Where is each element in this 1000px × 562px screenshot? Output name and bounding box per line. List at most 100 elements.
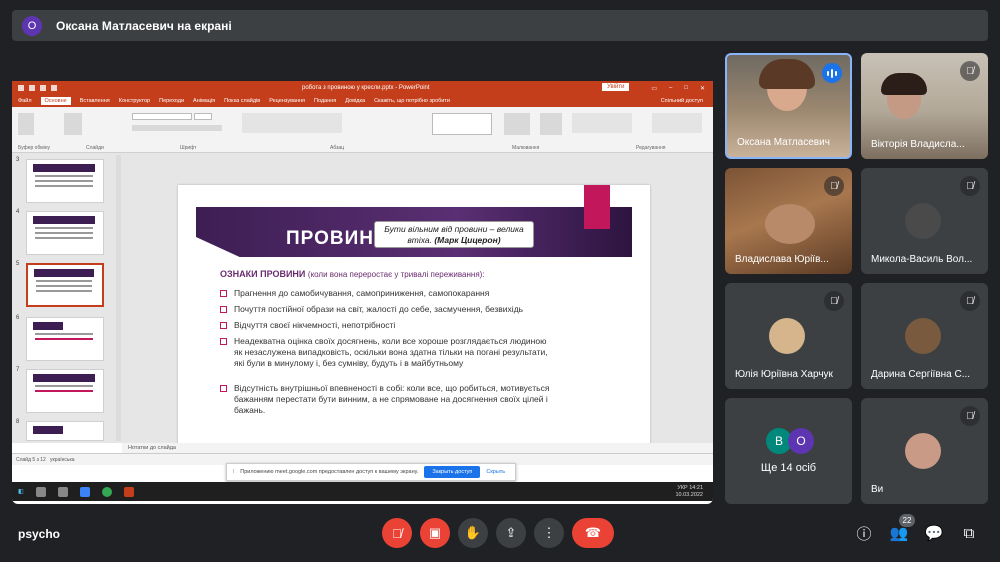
slide-thumbnail[interactable] [26, 317, 104, 361]
participant-tile[interactable]: 🎙̸ Юлія Юріївна Харчук [725, 283, 852, 389]
slide-bullet: Відсутність внутрішньої впевненості в со… [220, 383, 550, 416]
close-icon[interactable]: ✕ [700, 85, 705, 92]
info-icon[interactable]: ⓘ [855, 524, 873, 543]
ppt-title: робота з провиною у кресли.pptx - PowerP… [302, 85, 430, 91]
participant-name: Владислава Юріїв... [735, 254, 829, 265]
editing-buttons[interactable] [652, 113, 702, 133]
share-button[interactable]: Спільний доступ [661, 98, 703, 104]
chat-icon[interactable]: 💬 [925, 524, 944, 542]
slide-number: 5 [16, 261, 20, 267]
tab-file[interactable]: Файл [18, 98, 32, 104]
slide-bullet: Відчуття своєї нікчемності, непотрібност… [220, 320, 550, 331]
ppt-workspace: 3 4 5 6 7 8 ПРОВИНА Бути вільним від про… [12, 153, 713, 451]
taskview-icon[interactable] [57, 486, 68, 497]
paste-button[interactable] [18, 113, 34, 135]
raise-hand-button[interactable]: ✋ [458, 518, 488, 548]
slide-thumbnail[interactable] [26, 421, 104, 441]
tab-design[interactable]: Конструктор [119, 98, 150, 104]
tab-home[interactable]: Основне [40, 97, 71, 105]
participant-name: Оксана Матласевич [737, 137, 830, 148]
slide-thumbnail-selected[interactable] [26, 263, 104, 307]
call-controls-bar: psycho 🎙̸ ▣ ✋ ⇪ ⋮ ☎ ⓘ 👥 22 💬 ⧉ [0, 512, 1000, 562]
mic-off-button[interactable]: 🎙̸ [382, 518, 412, 548]
more-options-button[interactable]: ⋮ [534, 518, 564, 548]
more-participants-label: Ще 14 осіб [760, 462, 817, 474]
notes-pane[interactable]: Нотатки до слайда [122, 443, 713, 453]
tell-me-search[interactable]: Скажіть, що потрібно зробити [374, 98, 450, 104]
more-participants-tile[interactable]: В О Ще 14 осіб [725, 398, 852, 504]
slide-thumbnail[interactable] [26, 211, 104, 255]
participant-tile[interactable]: 🎙̸ Микола-Василь Вол... [861, 168, 988, 274]
arrange-button[interactable] [504, 113, 530, 135]
tab-animation[interactable]: Анімація [193, 98, 215, 104]
font-size-box[interactable] [194, 113, 212, 120]
slide-thumbnail[interactable] [26, 369, 104, 413]
slide-thumbnail[interactable] [26, 159, 104, 203]
new-slide-button[interactable] [64, 113, 82, 135]
hide-notice-button[interactable]: Скрыть [486, 469, 505, 475]
font-format-buttons[interactable] [132, 125, 222, 131]
group-label-clipboard: Буфер обміну [18, 145, 51, 151]
share-notice-icon: ⦙ [233, 468, 235, 475]
mic-off-icon: 🎙̸ [960, 291, 980, 311]
chrome-icon[interactable] [101, 486, 112, 497]
zoom-app-icon[interactable] [79, 486, 90, 497]
presenter-avatar: О [22, 15, 42, 36]
slide-bullet: Прагнення до самобичування, самопринижен… [220, 288, 550, 299]
participant-name: Вікторія Владисла... [871, 139, 965, 150]
participant-avatar [905, 203, 941, 239]
tab-help[interactable]: Довідка [345, 98, 365, 104]
slide-number: 6 [16, 315, 20, 321]
tab-insert[interactable]: Вставлення [80, 98, 110, 104]
participant-avatar [905, 318, 941, 354]
stop-sharing-button[interactable]: Закрыть доступ [424, 466, 481, 478]
share-notice-text: Приложению meet.google.com предоставлен … [240, 469, 419, 475]
slide-number: 8 [16, 419, 20, 425]
tab-review[interactable]: Рецензування [269, 98, 305, 104]
search-icon[interactable] [35, 486, 46, 497]
minimize-icon[interactable]: – [669, 85, 672, 92]
paragraph-buttons[interactable] [242, 113, 342, 133]
participant-tile[interactable]: Оксана Матласевич [725, 53, 852, 159]
powerpoint-window: робота з провиною у кресли.pptx - PowerP… [12, 81, 713, 504]
screen-share-notice: ⦙ Приложению meet.google.com предоставле… [226, 463, 516, 481]
shapes-gallery[interactable] [432, 113, 492, 135]
group-label-editing: Редагування [636, 145, 666, 151]
clock-date: 10.03.2022 [675, 491, 703, 498]
quick-access-icons [18, 85, 57, 91]
present-button[interactable]: ⇪ [496, 518, 526, 548]
keyboard-language: УКР [677, 484, 688, 491]
mic-off-icon: 🎙̸ [824, 291, 844, 311]
quick-styles-button[interactable] [540, 113, 562, 135]
mic-off-icon: 🎙̸ [960, 406, 980, 426]
slide-thumbnails: 3 4 5 6 7 8 [12, 153, 122, 443]
slide-bullet: Почуття постійної образи на світ, жалост… [220, 304, 550, 315]
mic-off-icon: 🎙̸ [960, 176, 980, 196]
shape-format-buttons[interactable] [572, 113, 632, 133]
font-family-box[interactable] [132, 113, 192, 120]
participant-tile[interactable]: 🎙̸ Владислава Юріїв... [725, 168, 852, 274]
slide-bullet: Неадекватна оцінка своїх досягнень, коли… [220, 336, 550, 369]
quote-author: (Марк Цицерон) [434, 235, 501, 245]
leave-call-button[interactable]: ☎ [572, 518, 614, 548]
participant-avatar [905, 433, 941, 469]
participant-tile[interactable]: 🎙̸ Вікторія Владисла... [861, 53, 988, 159]
participant-video [881, 73, 927, 95]
activities-icon[interactable]: ⧉ [960, 524, 978, 542]
tab-transitions[interactable]: Переходи [159, 98, 184, 104]
windows-start-icon[interactable]: ◧ [18, 488, 24, 495]
meet-window: О Оксана Матласевич на екрані робота з п… [0, 0, 1000, 562]
camera-off-button[interactable]: ▣ [420, 518, 450, 548]
window-controls: ▭ – □ ✕ [651, 85, 705, 92]
participant-tile[interactable]: 🎙̸ Дарина Сергіївна С... [861, 283, 988, 389]
powerpoint-icon[interactable] [123, 486, 134, 497]
tab-slideshow[interactable]: Показ слайдів [224, 98, 260, 104]
group-label-drawing: Малювання [512, 145, 540, 151]
signin-button[interactable]: Увійти [602, 83, 630, 91]
self-tile[interactable]: 🎙̸ Ви [861, 398, 988, 504]
tab-view[interactable]: Подання [314, 98, 336, 104]
ribbon-display-icon[interactable]: ▭ [651, 85, 657, 92]
maximize-icon[interactable]: □ [684, 85, 688, 92]
thumbnail-scrollbar[interactable] [116, 155, 121, 441]
presenting-banner: О Оксана Матласевич на екрані [12, 10, 988, 41]
